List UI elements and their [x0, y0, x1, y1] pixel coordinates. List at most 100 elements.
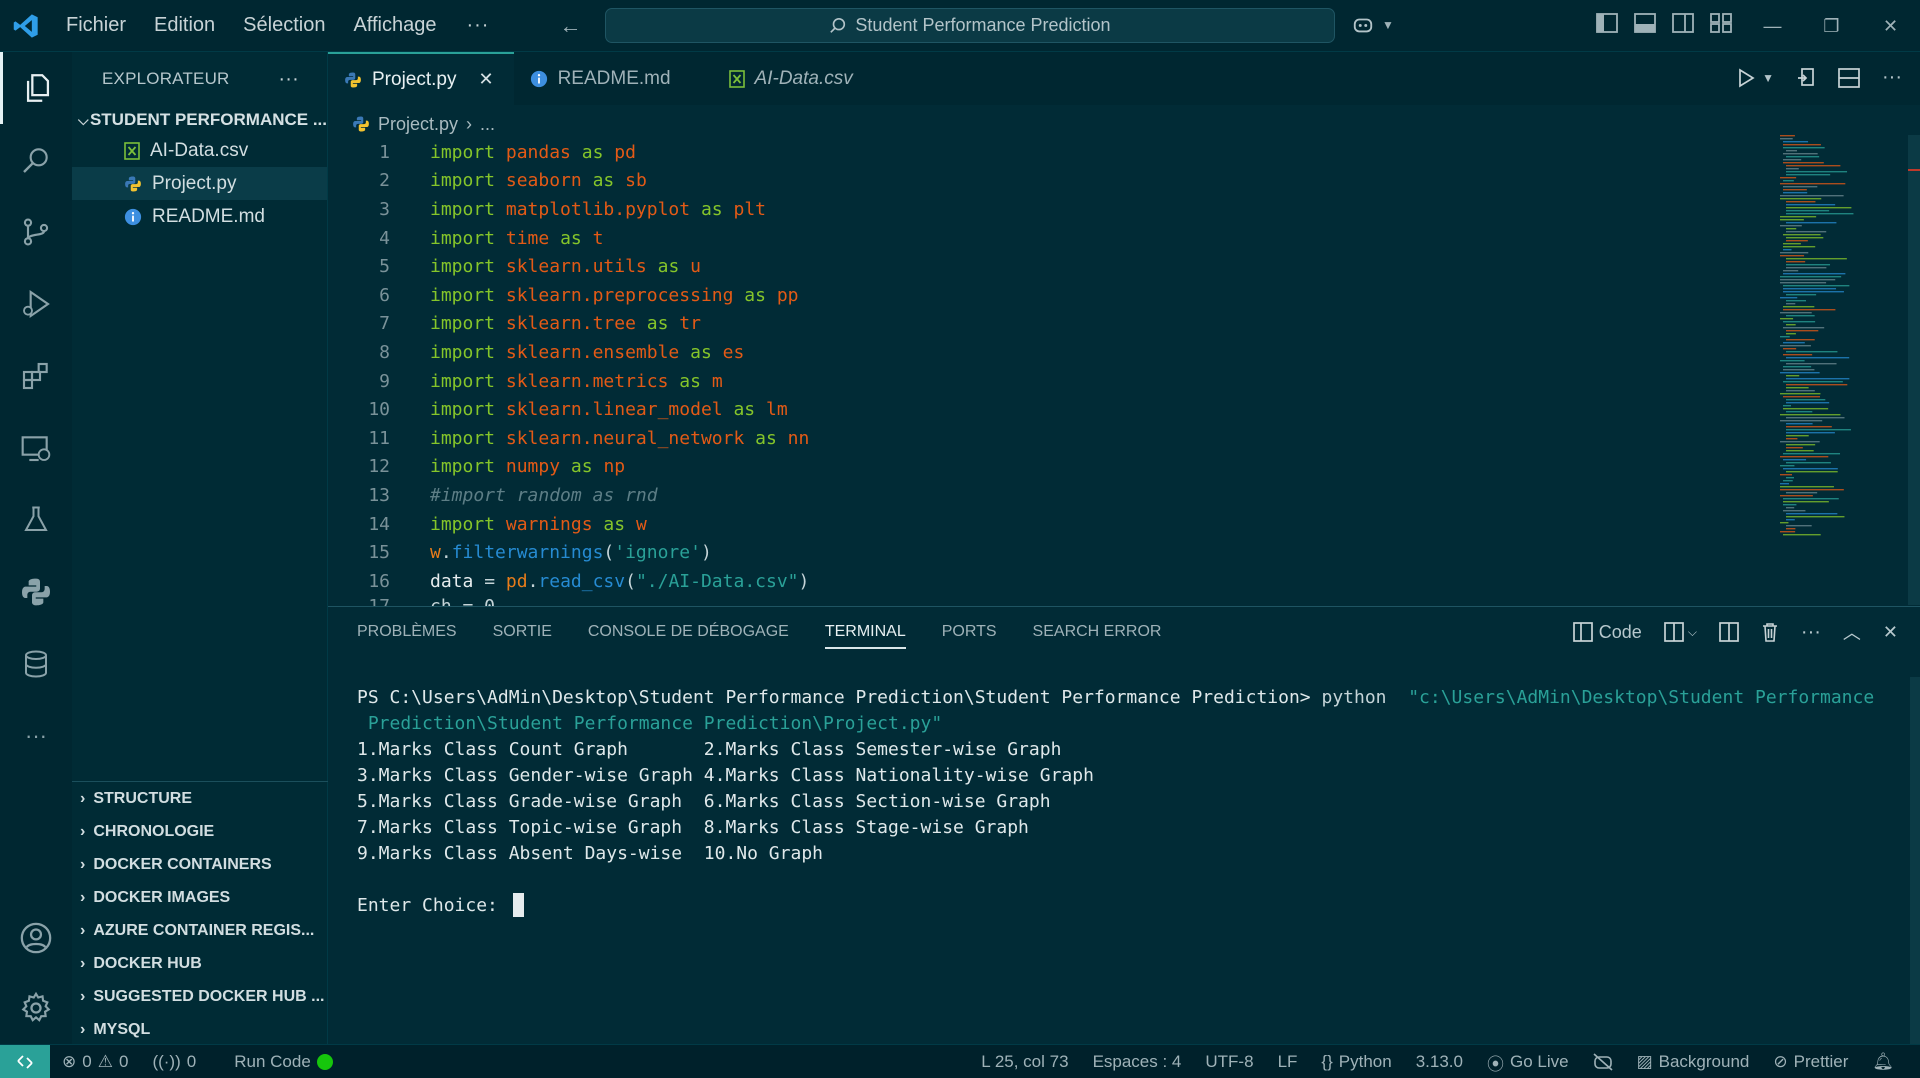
- database-icon[interactable]: [0, 628, 72, 700]
- language-mode[interactable]: {} Python: [1309, 1052, 1403, 1072]
- section-structure[interactable]: › STRUCTURE: [72, 782, 328, 815]
- open-preview-icon[interactable]: [1796, 67, 1816, 89]
- editor-scrollbar[interactable]: [1908, 135, 1920, 605]
- tab-ai-data-csv[interactable]: AI-Data.csv: [713, 52, 873, 105]
- close-icon[interactable]: ✕: [1861, 0, 1920, 52]
- file-project-py[interactable]: Project.py: [72, 167, 327, 200]
- end-of-line[interactable]: LF: [1266, 1052, 1310, 1072]
- file-readme-md[interactable]: README.md: [72, 200, 327, 233]
- section-mysql[interactable]: › MYSQL: [72, 1013, 328, 1046]
- tab-ports[interactable]: PORTS: [942, 623, 997, 641]
- testing-icon[interactable]: [0, 484, 72, 556]
- menu-selection[interactable]: Sélection: [229, 14, 339, 37]
- settings-gear-icon[interactable]: [0, 972, 72, 1044]
- minimap-line: [1786, 375, 1800, 377]
- close-panel-icon[interactable]: ✕: [1883, 622, 1898, 643]
- tab-readme-md[interactable]: README.md: [514, 52, 713, 105]
- python-icon[interactable]: [0, 556, 72, 628]
- file-ai-data-csv[interactable]: AI-Data.csv: [72, 134, 327, 167]
- cursor-position[interactable]: L 25, col 73: [969, 1052, 1080, 1072]
- search-icon[interactable]: [0, 124, 72, 196]
- terminal-output[interactable]: PS C:\Users\AdMin\Desktop\Student Perfor…: [357, 684, 1897, 918]
- menu-more-button[interactable]: ···: [450, 14, 505, 37]
- command-center-search[interactable]: Student Performance Prediction: [605, 8, 1335, 43]
- source-control-icon[interactable]: [0, 196, 72, 268]
- breadcrumb-file[interactable]: Project.py: [378, 114, 458, 135]
- tab-search-error[interactable]: SEARCH ERROR: [1033, 623, 1162, 641]
- tab-project-py[interactable]: Project.py ✕: [328, 52, 514, 105]
- go-live-button[interactable]: ⦿ Go Live: [1475, 1050, 1581, 1075]
- toggle-panel-icon[interactable]: [1634, 13, 1656, 33]
- menu-affichage[interactable]: Affichage: [339, 14, 450, 37]
- maximize-panel-icon[interactable]: ︿: [1843, 619, 1861, 645]
- explorer-icon[interactable]: [0, 52, 72, 124]
- terminal-input-line[interactable]: Enter Choice:: [357, 892, 1897, 918]
- run-python-file-icon[interactable]: [1736, 67, 1756, 88]
- vscode-logo-icon[interactable]: [0, 0, 52, 52]
- more-views-icon[interactable]: ···: [0, 700, 72, 772]
- run-dropdown-chevron-icon[interactable]: ▼: [1762, 71, 1774, 85]
- section-chronologie[interactable]: › CHRONOLOGIE: [72, 815, 328, 848]
- code-editor[interactable]: 1 import pandas as pd 2 import seaborn as s…: [328, 138, 1920, 608]
- section-suggested-docker-hub[interactable]: › SUGGESTED DOCKER HUB ...: [72, 980, 328, 1013]
- section-azure-container-registry[interactable]: › AZURE CONTAINER REGIS...: [72, 914, 328, 947]
- close-tab-icon[interactable]: ✕: [478, 69, 493, 90]
- code-line: 8 import sklearn.ensemble as es: [328, 338, 1920, 367]
- split-editor-icon[interactable]: [1838, 67, 1860, 88]
- run-debug-icon[interactable]: [0, 268, 72, 340]
- remote-explorer-icon[interactable]: [0, 412, 72, 484]
- terminal-prompt: PS C:\Users\AdMin\Desktop\Student Perfor…: [357, 686, 1322, 708]
- menu-fichier[interactable]: Fichier: [52, 14, 140, 37]
- prettier-button[interactable]: ⊘ Prettier: [1761, 1052, 1860, 1072]
- terminal-profile-button[interactable]: Code: [1572, 622, 1642, 643]
- line-number: 11: [368, 427, 390, 449]
- extensions-icon[interactable]: [0, 340, 72, 412]
- code-line: 3 import matplotlib.pyplot as plt: [328, 195, 1920, 224]
- explorer-more-button[interactable]: ···: [278, 68, 299, 91]
- more-actions-icon[interactable]: ···: [1882, 66, 1902, 89]
- tab-problems[interactable]: PROBLÈMES: [357, 623, 457, 641]
- tab-output[interactable]: SORTIE: [493, 623, 552, 641]
- breadcrumb-symbols[interactable]: ...: [480, 114, 495, 135]
- copilot-status-icon[interactable]: [1581, 1053, 1625, 1071]
- copilot-button[interactable]: ▼: [1352, 14, 1394, 36]
- menu-edition[interactable]: Edition: [140, 14, 229, 37]
- minimap-line: [1786, 435, 1809, 437]
- tab-terminal[interactable]: TERMINAL: [824, 623, 906, 649]
- customize-layout-icon[interactable]: [1710, 13, 1732, 33]
- new-terminal-split-button[interactable]: ⌵: [1663, 622, 1697, 642]
- section-docker-containers[interactable]: › DOCKER CONTAINERS: [72, 848, 328, 881]
- restore-icon[interactable]: ❐: [1802, 0, 1861, 52]
- encoding[interactable]: UTF-8: [1193, 1052, 1265, 1072]
- broadcast-icon: ⦿: [1486, 1054, 1504, 1074]
- minimap-line: [1786, 201, 1816, 203]
- line-number: 8: [379, 341, 390, 363]
- toggle-primary-sidebar-icon[interactable]: [1596, 13, 1618, 33]
- section-docker-hub[interactable]: › DOCKER HUB: [72, 947, 328, 980]
- back-arrow-icon[interactable]: ←: [559, 13, 581, 39]
- ports-status[interactable]: ((·)) 0: [140, 1052, 208, 1072]
- trash-icon[interactable]: [1761, 622, 1779, 642]
- tab-debug-console[interactable]: CONSOLE DE DÉBOGAGE: [588, 623, 789, 641]
- split-panel-icon[interactable]: [1719, 622, 1739, 642]
- section-docker-images[interactable]: › DOCKER IMAGES: [72, 881, 328, 914]
- more-actions-icon[interactable]: ···: [1801, 621, 1821, 644]
- remote-indicator[interactable]: [0, 1044, 50, 1078]
- workspace-folder[interactable]: ⌵ STUDENT PERFORMANCE ...: [72, 106, 327, 134]
- toggle-secondary-sidebar-icon[interactable]: [1672, 13, 1694, 33]
- background-button[interactable]: ▨ Background: [1625, 1052, 1762, 1072]
- minimap[interactable]: [1780, 135, 1905, 605]
- indentation[interactable]: Espaces : 4: [1081, 1052, 1194, 1072]
- status-bar: ⊗ 0 ⚠ 0 ((·)) 0 Run Code L 25, col 73 Espac…: [0, 1044, 1920, 1078]
- python-version[interactable]: 3.13.0: [1404, 1052, 1475, 1072]
- problems-status[interactable]: ⊗ 0 ⚠ 0: [50, 1052, 140, 1072]
- accounts-icon[interactable]: [0, 902, 72, 974]
- minimize-icon[interactable]: —: [1743, 0, 1802, 52]
- line-number: 14: [368, 513, 390, 535]
- run-code-button[interactable]: Run Code: [222, 1052, 345, 1072]
- go-live-label: Go Live: [1509, 1052, 1569, 1071]
- notifications-bell-icon[interactable]: 🔔︎: [1860, 1052, 1906, 1072]
- search-text: Student Performance Prediction: [855, 15, 1111, 35]
- terminal-scrollbar[interactable]: [1910, 677, 1920, 1045]
- minimap-line: [1786, 150, 1798, 152]
